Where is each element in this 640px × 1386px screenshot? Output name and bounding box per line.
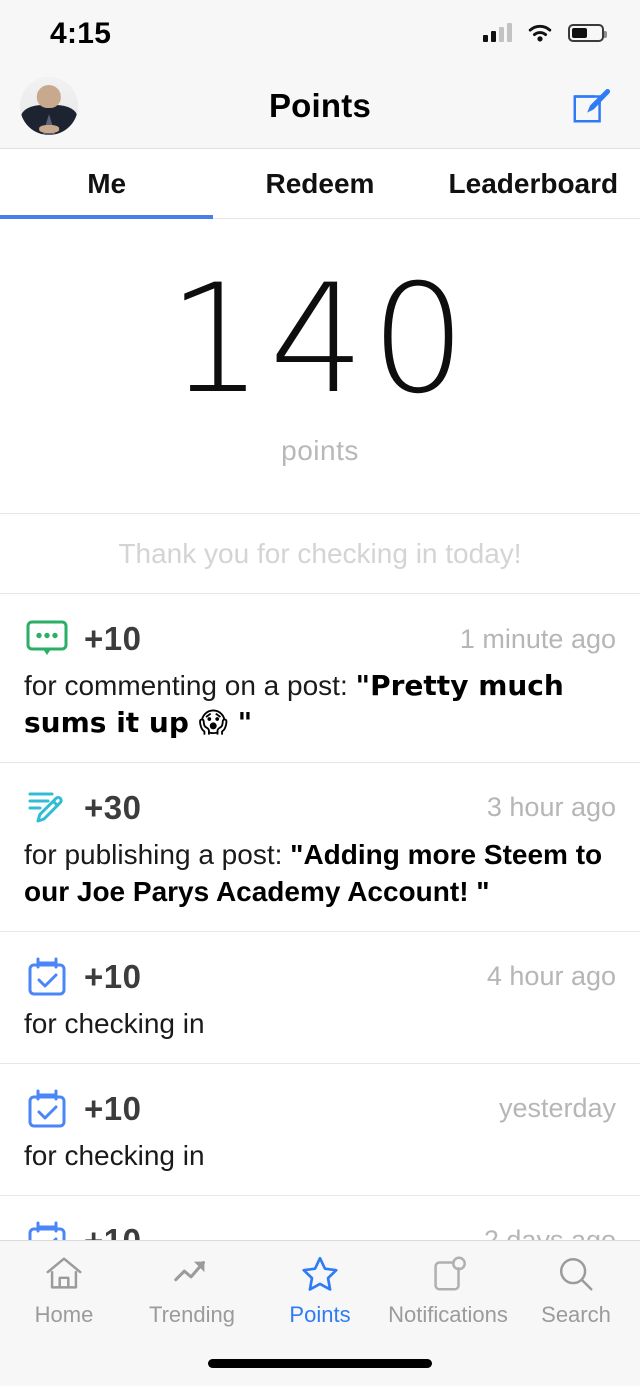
comment-bubble-icon bbox=[26, 620, 68, 655]
activity-row[interactable]: +10 1 minute ago for commenting on a pos… bbox=[0, 594, 640, 763]
tab-me[interactable]: Me bbox=[0, 149, 214, 219]
nav-item-home[interactable]: Home bbox=[0, 1253, 128, 1328]
avatar[interactable] bbox=[20, 77, 78, 135]
points-label: points bbox=[281, 435, 359, 466]
tab-redeem-label: Redeem bbox=[265, 167, 375, 199]
tab-me-label: Me bbox=[87, 167, 127, 199]
checkin-banner: Thank you for checking in today! bbox=[0, 514, 640, 594]
bottom-navigation: Home Trending Points Notifications Searc… bbox=[0, 1240, 640, 1340]
tab-leaderboard[interactable]: Leaderboard bbox=[427, 149, 640, 218]
activity-description: for checking in bbox=[24, 1007, 205, 1039]
points-summary: 140 points bbox=[0, 219, 640, 514]
activity-time: 2 days ago bbox=[484, 1225, 616, 1240]
activity-desc-prefix: for commenting on a post: bbox=[24, 670, 356, 701]
battery-icon bbox=[568, 24, 607, 42]
nav-item-trending[interactable]: Trending bbox=[128, 1253, 256, 1328]
star-icon bbox=[302, 1256, 338, 1291]
activity-amount: +10 bbox=[84, 620, 142, 657]
tab-leaderboard-label: Leaderboard bbox=[448, 167, 619, 199]
app-screen: 4:15 Points Me Redeem Leaderboard 140 po… bbox=[0, 0, 640, 1386]
status-bar-time: 4:15 bbox=[50, 17, 112, 50]
activity-row[interactable]: +10 4 hour ago for checking in bbox=[0, 932, 640, 1064]
activity-description: for checking in bbox=[24, 1139, 205, 1171]
activity-row[interactable]: +10 yesterday for checking in bbox=[0, 1064, 640, 1196]
activity-time: yesterday bbox=[498, 1093, 616, 1124]
activity-amount: +10 bbox=[84, 1222, 141, 1240]
app-header: Points bbox=[0, 64, 640, 149]
activity-description: for publishing a post: "Adding more Stee… bbox=[24, 837, 616, 911]
home-icon bbox=[46, 1257, 82, 1289]
home-indicator-bar[interactable] bbox=[208, 1358, 432, 1368]
nav-label-trending: Trending bbox=[148, 1302, 235, 1327]
nav-label-home: Home bbox=[34, 1302, 94, 1327]
home-indicator-area bbox=[0, 1340, 640, 1386]
status-bar-indicators bbox=[483, 20, 607, 44]
activity-time: 4 hour ago bbox=[486, 961, 616, 992]
activity-time: 3 hour ago bbox=[486, 792, 616, 823]
page-title: Points bbox=[268, 87, 372, 124]
status-bar: 4:15 bbox=[0, 0, 640, 64]
activity-time: 1 minute ago bbox=[459, 623, 616, 654]
nav-label-points: Points bbox=[289, 1302, 351, 1327]
activity-description: for commenting on a post: "Pretty much s… bbox=[24, 668, 616, 742]
trending-arrow-icon bbox=[174, 1261, 205, 1282]
nav-item-notifications[interactable]: Notifications bbox=[384, 1253, 512, 1328]
wifi-icon bbox=[528, 24, 552, 42]
tab-redeem[interactable]: Redeem bbox=[213, 149, 426, 218]
activity-desc-prefix: for publishing a post: bbox=[24, 838, 291, 870]
activity-amount: +10 bbox=[84, 1089, 142, 1127]
activity-feed: +10 1 minute ago for commenting on a pos… bbox=[0, 594, 640, 1240]
activity-amount: +30 bbox=[84, 788, 142, 826]
activity-row[interactable]: +30 3 hour ago for publishing a post: "A… bbox=[0, 763, 640, 932]
calendar-check-icon bbox=[28, 1089, 66, 1128]
calendar-check-icon bbox=[28, 1221, 66, 1240]
nav-label-notifications: Notifications bbox=[388, 1302, 508, 1327]
calendar-check-icon bbox=[28, 957, 66, 996]
notification-square-badge-icon bbox=[434, 1256, 466, 1291]
activity-amount: +10 bbox=[84, 957, 142, 995]
publish-pencil-icon bbox=[28, 792, 63, 823]
nav-item-search[interactable]: Search bbox=[512, 1253, 640, 1328]
segment-tabs: Me Redeem Leaderboard bbox=[0, 149, 640, 219]
cellular-signal-icon bbox=[483, 23, 512, 42]
activity-row[interactable]: +10 2 days ago bbox=[0, 1196, 640, 1240]
search-icon bbox=[559, 1257, 593, 1291]
compose-icon[interactable] bbox=[570, 85, 612, 127]
points-value: 140 bbox=[167, 253, 473, 427]
nav-item-points[interactable]: Points bbox=[256, 1253, 384, 1328]
nav-label-search: Search bbox=[541, 1302, 611, 1327]
